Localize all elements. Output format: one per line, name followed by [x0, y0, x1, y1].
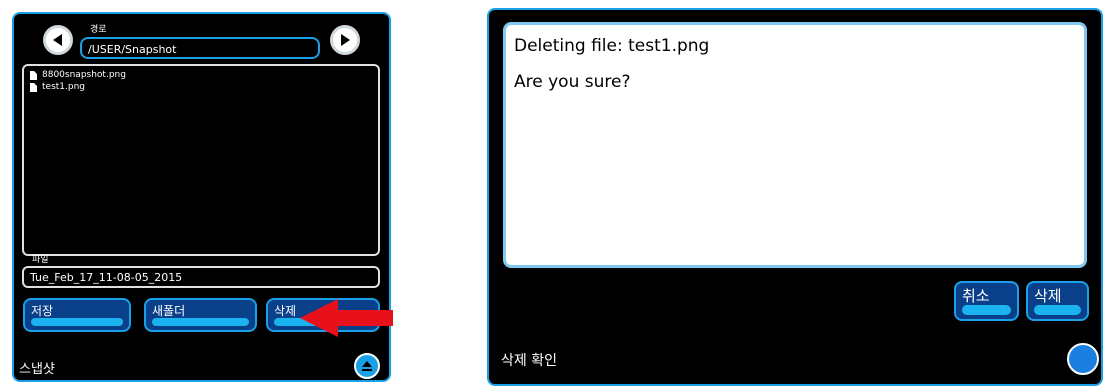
screen-title: 삭제 확인 — [501, 353, 557, 369]
file-name: 8800snapshot.png — [42, 70, 126, 80]
save-label: 저장 — [31, 304, 54, 318]
home-button[interactable] — [1067, 343, 1099, 375]
file-icon — [30, 82, 37, 92]
delete-label: 삭제 — [274, 304, 297, 318]
red-arrow-icon — [300, 299, 393, 337]
save-button[interactable]: 저장 — [23, 298, 131, 332]
menu-toggle-button[interactable] — [354, 353, 380, 379]
eject-icon — [362, 361, 372, 371]
path-field[interactable]: /USER/Snapshot — [80, 37, 320, 59]
confirm-delete-button[interactable]: 삭제 — [1026, 281, 1089, 321]
new-folder-label: 새폴더 — [152, 304, 186, 318]
cancel-label: 취소 — [962, 287, 990, 305]
message-box: Deleting file: test1.png Are you sure? — [503, 22, 1087, 268]
screen-title: 스냅샷 — [19, 362, 55, 377]
filename-field[interactable]: Tue_Feb_17_11-08-05_2015 — [22, 266, 380, 288]
path-label: 경로 — [90, 25, 107, 35]
message-line: Deleting file: test1.png — [514, 36, 710, 56]
arrow-right-icon — [341, 34, 350, 46]
back-button[interactable] — [43, 25, 73, 55]
list-item[interactable]: 8800snapshot.png — [30, 69, 372, 81]
file-label: 파일 — [32, 255, 49, 265]
file-name: test1.png — [42, 82, 86, 92]
file-icon — [30, 70, 37, 80]
file-list[interactable]: 8800snapshot.png test1.png — [22, 64, 380, 256]
confirmation-question: Are you sure? — [514, 72, 631, 92]
confirm-delete-label: 삭제 — [1034, 287, 1062, 305]
list-item[interactable]: test1.png — [30, 81, 372, 93]
delete-confirm-screen: Deleting file: test1.png Are you sure? 취… — [487, 8, 1103, 386]
forward-button[interactable] — [330, 25, 360, 55]
cancel-button[interactable]: 취소 — [954, 281, 1019, 321]
new-folder-button[interactable]: 새폴더 — [144, 298, 257, 332]
arrow-left-icon — [53, 34, 62, 46]
